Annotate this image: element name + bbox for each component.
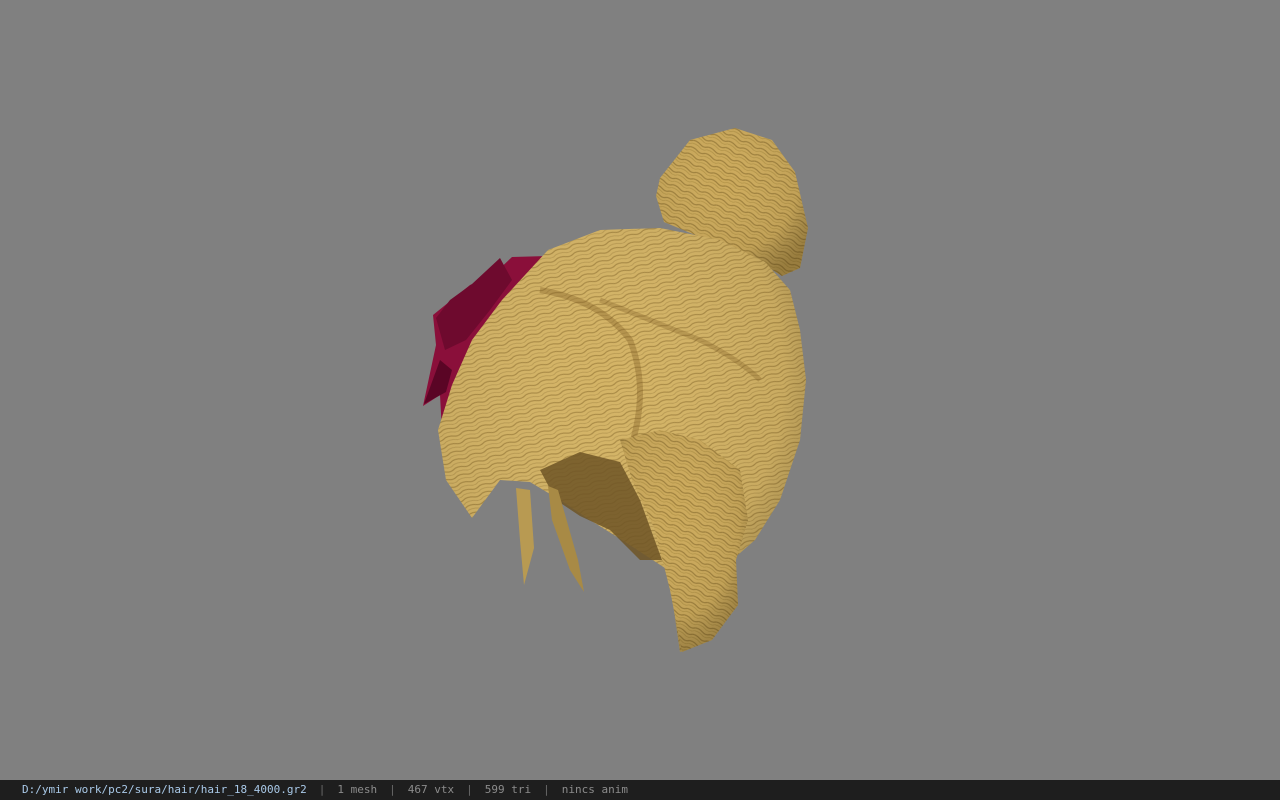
status-separator: |	[543, 783, 550, 796]
status-file-path: D:/ymir work/pc2/sura/hair/hair_18_4000.…	[22, 783, 307, 796]
status-separator: |	[318, 783, 326, 796]
status-separator: |	[389, 783, 396, 796]
status-vertex-count: 467 vtx	[407, 783, 455, 796]
status-mesh-count: 1 mesh	[337, 783, 378, 796]
hair-model-render	[423, 128, 808, 652]
status-triangle-count: 599 tri	[484, 783, 532, 796]
status-bar: D:/ymir work/pc2/sura/hair/hair_18_4000.…	[0, 780, 1280, 800]
status-separator: |	[466, 783, 473, 796]
status-anim: nincs anim	[561, 783, 628, 796]
3d-viewport[interactable]	[0, 0, 1280, 780]
